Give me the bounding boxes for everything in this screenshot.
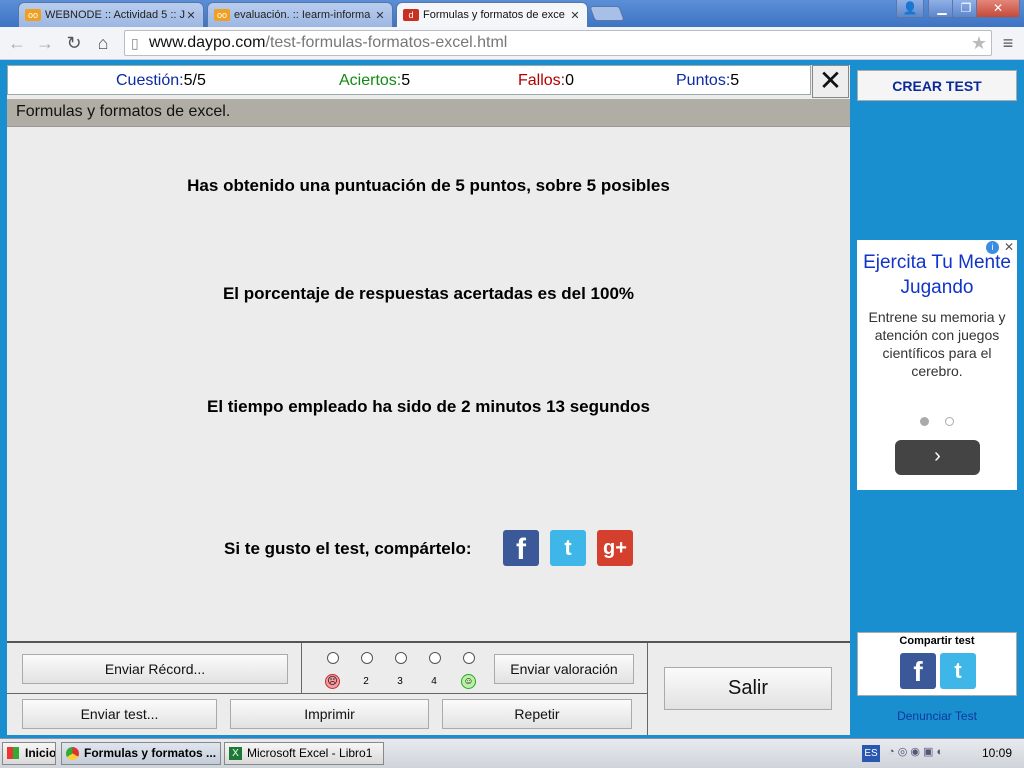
webnode-icon: oo (25, 9, 41, 21)
ad-close-icon[interactable]: ✕ (1004, 240, 1014, 254)
browser-tab-formulas[interactable]: d Formulas y formatos de exce ✕ (396, 2, 588, 27)
task-label: Microsoft Excel - Libro1 (247, 746, 373, 760)
tab-label: WEBNODE :: Actividad 5 :: Jl (45, 9, 185, 21)
browser-tabstrip: oo WEBNODE :: Actividad 5 :: Jl ✕ oo eva… (0, 0, 1024, 27)
percent-text: El porcentaje de respuestas acertadas es… (222, 284, 635, 303)
carousel-dot-active[interactable] (920, 417, 929, 426)
ad-next-button[interactable]: › (895, 440, 980, 475)
rating-radio-3[interactable] (395, 652, 407, 664)
share-test-title: Compartir test (899, 635, 975, 647)
twitter-share-icon[interactable]: t (940, 653, 976, 689)
sad-face-icon: ☹ (325, 674, 340, 689)
clock: 10:09 (982, 746, 1013, 760)
carousel-dot[interactable] (945, 417, 954, 426)
reload-icon[interactable]: ↻ (62, 31, 86, 55)
task-label: Formulas y formatos ... (84, 746, 217, 760)
score-status-bar: Cuestión:5/5 Aciertos:5 Fallos:0 Puntos:… (7, 65, 811, 95)
os-taskbar: Inicio Formulas y formatos ... X Microso… (0, 738, 1024, 768)
forward-icon[interactable]: → (33, 31, 57, 55)
windows-logo-icon (7, 747, 19, 759)
new-tab-button[interactable] (589, 6, 625, 21)
tab-label: evaluación. :: Iearm-informa (234, 9, 371, 21)
close-test-icon[interactable]: ✕ (812, 65, 849, 98)
page-icon: ▯ (131, 35, 139, 51)
send-rating-button[interactable]: Enviar valoración (494, 654, 634, 684)
ad-info-icon[interactable]: i (986, 241, 999, 254)
correct-stat: Aciertos:5 (339, 72, 411, 89)
home-icon[interactable]: ⌂ (91, 31, 115, 55)
system-tray-icons[interactable]: ◔ ◎ ◉ ▣ ◐ (888, 745, 972, 762)
print-button[interactable]: Imprimir (230, 699, 429, 729)
tab-label: Formulas y formatos de exce (423, 9, 565, 21)
google-plus-share-icon[interactable]: g+ (597, 530, 633, 566)
create-test-button[interactable]: CREAR TEST (857, 70, 1017, 101)
share-test-box: Compartir test f t (857, 632, 1017, 696)
rating-label-3: 3 (397, 676, 403, 687)
chrome-icon (66, 747, 79, 760)
share-text: Si te gusto el test, compártelo: (224, 539, 472, 558)
send-test-button[interactable]: Enviar test... (22, 699, 217, 729)
twitter-share-icon[interactable]: t (550, 530, 586, 566)
browser-tab-evaluacion[interactable]: oo evaluación. :: Iearm-informa ✕ (207, 2, 393, 27)
rating-radio-1[interactable] (327, 652, 339, 664)
browser-tab-webnode-actividad[interactable]: oo WEBNODE :: Actividad 5 :: Jl ✕ (18, 2, 204, 27)
send-record-button[interactable]: Enviar Récord... (22, 654, 288, 684)
start-button[interactable]: Inicio (2, 742, 56, 765)
score-text: Has obtenido una puntuación de 5 puntos,… (187, 176, 670, 195)
tab-close-icon[interactable]: ✕ (185, 9, 197, 22)
exit-button[interactable]: Salir (664, 667, 832, 710)
address-bar[interactable]: ▯ www.daypo.com/test-formulas-formatos-e… (124, 30, 992, 56)
report-test-link[interactable]: Denunciar Test (857, 709, 1017, 723)
rating-radio-4[interactable] (429, 652, 441, 664)
menu-icon[interactable]: ≡ (996, 31, 1020, 55)
url-path: /test-formulas-formatos-excel.html (265, 34, 508, 51)
start-label: Inicio (25, 746, 56, 760)
points-stat: Puntos:5 (676, 72, 740, 89)
url-host: www.daypo.com (149, 34, 266, 51)
bookmark-star-icon[interactable]: ★ (971, 31, 987, 55)
rating-radio-5[interactable] (463, 652, 475, 664)
window-close-icon[interactable]: ✕ (976, 0, 1020, 18)
ad-body: Entrene su memoria y atención con juegos… (868, 309, 1006, 379)
excel-icon: X (229, 747, 242, 760)
taskbar-item-chrome[interactable]: Formulas y formatos ... (61, 742, 221, 765)
daypo-icon: d (403, 9, 419, 21)
time-text: El tiempo empleado ha sido de 2 minutos … (206, 397, 651, 416)
advertisement[interactable]: i ✕ Ejercita Tu Mente Jugando Entrene su… (857, 240, 1017, 490)
facebook-share-icon[interactable]: f (503, 530, 539, 566)
taskbar-item-excel[interactable]: X Microsoft Excel - Libro1 (224, 742, 384, 765)
rating-label-2: 2 (363, 676, 369, 687)
tab-close-icon[interactable]: ✕ (569, 9, 581, 22)
test-title: Formulas y formatos de excel. (7, 99, 850, 127)
user-icon[interactable]: 👤 (896, 0, 924, 18)
back-icon[interactable]: ← (5, 31, 29, 55)
happy-face-icon: ☺ (461, 674, 476, 689)
repeat-button[interactable]: Repetir (442, 699, 632, 729)
question-stat: Cuestión:5/5 (116, 72, 206, 89)
divider (647, 643, 648, 735)
rating-radio-2[interactable] (361, 652, 373, 664)
rating-label-4: 4 (431, 676, 437, 687)
language-indicator[interactable]: ES (862, 745, 880, 762)
wrong-stat: Fallos:0 (518, 72, 575, 89)
divider (301, 643, 302, 693)
facebook-share-icon[interactable]: f (900, 653, 936, 689)
webnode-icon: oo (214, 9, 230, 21)
ad-title: Ejercita Tu Mente Jugando (863, 252, 1011, 298)
tab-close-icon[interactable]: ✕ (374, 9, 386, 22)
divider (7, 693, 647, 694)
